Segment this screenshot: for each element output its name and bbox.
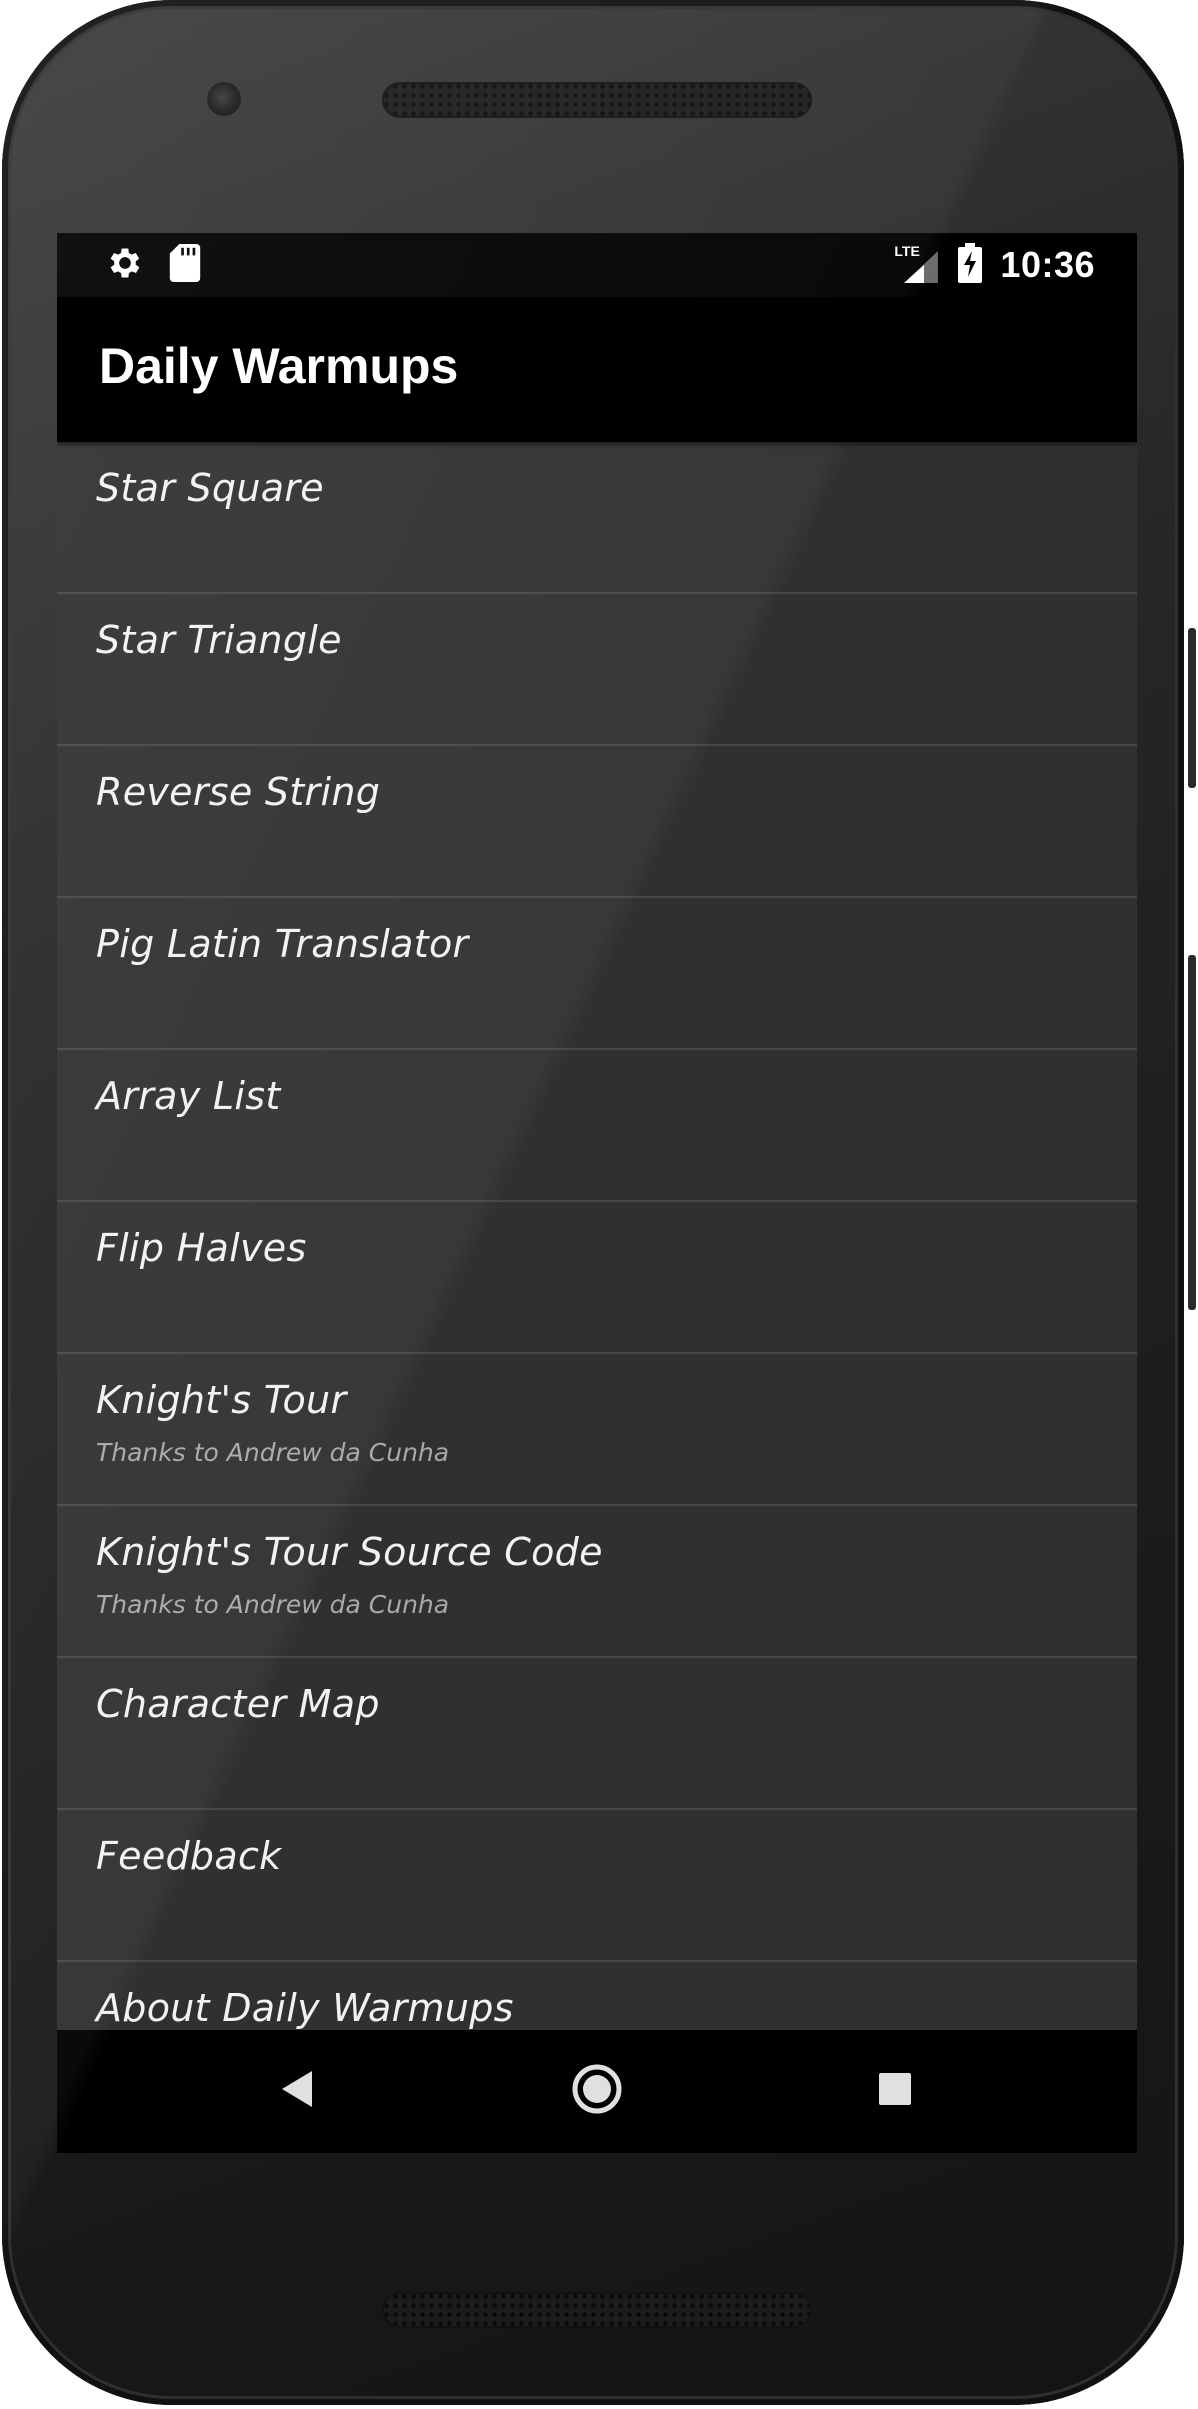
list-item-title: Knight's Tour bbox=[96, 1378, 347, 1422]
list-item-reverse-string[interactable]: Reverse String bbox=[57, 746, 1137, 898]
list-item-title: Knight's Tour Source Code bbox=[96, 1530, 603, 1574]
navigation-bar bbox=[57, 2030, 1137, 2153]
power-button[interactable] bbox=[1188, 628, 1196, 788]
list-item-title: Feedback bbox=[96, 1834, 282, 1878]
list-item-title: Star Square bbox=[96, 466, 324, 510]
back-button[interactable] bbox=[265, 2058, 331, 2124]
status-clock: 10:36 bbox=[1000, 244, 1095, 285]
list-item-knights-tour[interactable]: Knight's Tour Thanks to Andrew da Cunha bbox=[57, 1354, 1137, 1506]
list-item-character-map[interactable]: Character Map bbox=[57, 1658, 1137, 1810]
list-item-title: Character Map bbox=[96, 1682, 380, 1726]
front-camera bbox=[207, 82, 241, 116]
app-bar: Daily Warmups bbox=[57, 297, 1137, 442]
list-item-knights-tour-source-code[interactable]: Knight's Tour Source Code Thanks to Andr… bbox=[57, 1506, 1137, 1658]
home-button[interactable] bbox=[564, 2058, 630, 2124]
top-speaker bbox=[382, 82, 812, 118]
list-item-star-square[interactable]: Star Square bbox=[57, 442, 1137, 594]
warmup-list: Star Square Star Triangle Reverse String… bbox=[57, 442, 1137, 2030]
list-item-title: About Daily Warmups bbox=[96, 1986, 514, 2030]
status-bar: LTE 10:36 bbox=[57, 233, 1137, 297]
device-screen: LTE 10:36 Daily Warmups Star Square Star… bbox=[57, 233, 1137, 2153]
list-item-title: Array List bbox=[96, 1074, 281, 1118]
list-item-feedback[interactable]: Feedback bbox=[57, 1810, 1137, 1962]
volume-button[interactable] bbox=[1188, 955, 1196, 1310]
list-item-subtitle: Thanks to Andrew da Cunha bbox=[96, 1438, 450, 1467]
list-item-array-list[interactable]: Array List bbox=[57, 1050, 1137, 1202]
list-item-title: Star Triangle bbox=[96, 618, 342, 662]
gear-icon bbox=[105, 243, 145, 287]
app-title: Daily Warmups bbox=[99, 338, 459, 394]
battery-charging-icon bbox=[958, 243, 983, 287]
phone-frame: LTE 10:36 Daily Warmups Star Square Star… bbox=[2, 0, 1184, 2405]
home-icon bbox=[571, 2063, 623, 2119]
list-item-title: Flip Halves bbox=[96, 1226, 307, 1270]
list-item-flip-halves[interactable]: Flip Halves bbox=[57, 1202, 1137, 1354]
list-item-title: Pig Latin Translator bbox=[96, 922, 469, 966]
recents-button[interactable] bbox=[862, 2058, 928, 2124]
list-item-pig-latin-translator[interactable]: Pig Latin Translator bbox=[57, 898, 1137, 1050]
sd-card-icon bbox=[169, 244, 201, 286]
list-item-about-daily-warmups[interactable]: About Daily Warmups bbox=[57, 1962, 1137, 2030]
list-item-title: Reverse String bbox=[96, 770, 381, 814]
list-item-subtitle: Thanks to Andrew da Cunha bbox=[96, 1590, 450, 1619]
back-icon bbox=[280, 2069, 316, 2113]
recents-icon bbox=[877, 2071, 913, 2111]
bottom-speaker bbox=[382, 2292, 812, 2328]
list-item-star-triangle[interactable]: Star Triangle bbox=[57, 594, 1137, 746]
signal-icon: LTE bbox=[894, 243, 940, 285]
